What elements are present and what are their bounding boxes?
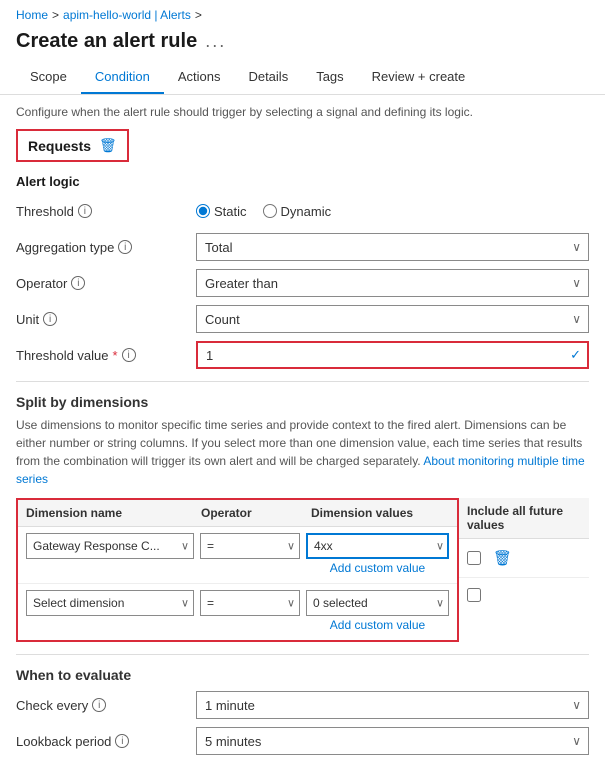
dim-operator-select-1[interactable]: = (200, 533, 300, 559)
split-dimensions-description: Use dimensions to monitor specific time … (16, 416, 589, 488)
aggregation-type-select-wrapper: Total (196, 233, 589, 261)
unit-select[interactable]: Count (196, 305, 589, 333)
operator-select[interactable]: Greater than (196, 269, 589, 297)
lookback-period-info-icon[interactable]: i (115, 734, 129, 748)
operator-row: Operator i Greater than (16, 269, 589, 297)
threshold-info-icon[interactable]: i (78, 204, 92, 218)
dim-operator-select-wrapper-1: = (200, 533, 300, 559)
required-star: * (113, 348, 118, 363)
dim-name-select-2[interactable]: Select dimension (26, 590, 194, 616)
dim-row-1: Gateway Response C... = 4xx Add custom v… (18, 527, 457, 584)
threshold-radio-group: Static Dynamic (196, 204, 331, 219)
aggregation-type-row: Aggregation type i Total (16, 233, 589, 261)
unit-info-icon[interactable]: i (43, 312, 57, 326)
dim-row-2: Select dimension = 0 selected Add custom… (18, 584, 457, 640)
breadcrumb-sep2: > (195, 8, 202, 22)
include-future-col: Include all future values 🗑 (459, 498, 589, 612)
threshold-value-label: Threshold value * i (16, 348, 196, 363)
static-radio[interactable] (196, 204, 210, 218)
page-title: Create an alert rule (16, 30, 197, 53)
unit-row: Unit i Count (16, 305, 589, 333)
include-future-row-2 (459, 578, 589, 612)
ellipsis-menu-button[interactable]: ... (205, 31, 226, 52)
page-title-row: Create an alert rule ... (0, 26, 605, 61)
tab-review-create[interactable]: Review + create (358, 61, 480, 94)
dim-values-col-2: 0 selected Add custom value (306, 590, 449, 634)
breadcrumb-home[interactable]: Home (16, 8, 48, 22)
requests-section-box: Requests 🗑 (16, 129, 129, 162)
include-future-row-1: 🗑 (459, 539, 589, 578)
dim-name-select-wrapper-1: Gateway Response C... (26, 533, 194, 559)
aggregation-type-label: Aggregation type i (16, 240, 196, 255)
dim-table-header: Dimension name Operator Dimension values (18, 500, 457, 527)
tab-condition[interactable]: Condition (81, 61, 164, 94)
check-every-info-icon[interactable]: i (92, 698, 106, 712)
operator-label: Operator i (16, 276, 196, 291)
lookback-period-select-wrapper: 5 minutes (196, 727, 589, 755)
alert-logic-title: Alert logic (16, 174, 589, 189)
dim-values-select-wrapper-1: 4xx (306, 533, 449, 559)
requests-title: Requests (28, 138, 91, 154)
dim-header-cols: Dimension name Operator Dimension values (18, 500, 457, 527)
breadcrumb-sep1: > (52, 8, 59, 22)
tab-scope[interactable]: Scope (16, 61, 81, 94)
dim-values-header: Dimension values (311, 506, 449, 520)
check-every-select[interactable]: 1 minute (196, 691, 589, 719)
threshold-value-input[interactable] (196, 341, 589, 369)
dim-values-select-2[interactable]: 0 selected (306, 590, 449, 616)
config-description: Configure when the alert rule should tri… (16, 105, 589, 119)
tab-tags[interactable]: Tags (302, 61, 357, 94)
check-every-row: Check every i 1 minute (16, 691, 589, 719)
breadcrumb: Home > apim-hello-world | Alerts > (0, 0, 605, 26)
operator-info-icon[interactable]: i (71, 276, 85, 290)
dimension-table-wrapper: Dimension name Operator Dimension values… (16, 498, 589, 642)
lookback-period-label: Lookback period i (16, 734, 196, 749)
dim-operator-select-2[interactable]: = (200, 590, 300, 616)
threshold-value-row: Threshold value * i (16, 341, 589, 369)
add-custom-value-1[interactable]: Add custom value (306, 559, 449, 577)
dim-values-select-wrapper-2: 0 selected (306, 590, 449, 616)
dimension-table: Dimension name Operator Dimension values… (16, 498, 459, 642)
operator-select-wrapper: Greater than (196, 269, 589, 297)
dim-name-select-wrapper-2: Select dimension (26, 590, 194, 616)
dynamic-radio-label[interactable]: Dynamic (263, 204, 332, 219)
unit-label: Unit i (16, 312, 196, 327)
threshold-row: Threshold i Static Dynamic (16, 197, 589, 225)
dim-operator-select-wrapper-2: = (200, 590, 300, 616)
tab-actions[interactable]: Actions (164, 61, 235, 94)
include-future-header: Include all future values (459, 498, 589, 539)
threshold-value-input-wrapper (196, 341, 589, 369)
dim-row-delete-icon-1[interactable]: 🗑 (489, 549, 516, 567)
include-future-checkbox-2[interactable] (467, 588, 481, 602)
breadcrumb-resource[interactable]: apim-hello-world | Alerts (63, 8, 191, 22)
dim-values-select-1[interactable]: 4xx (306, 533, 449, 559)
tab-details[interactable]: Details (234, 61, 302, 94)
dynamic-radio[interactable] (263, 204, 277, 218)
nav-tabs: Scope Condition Actions Details Tags Rev… (0, 61, 605, 95)
dim-name-header: Dimension name (26, 506, 201, 520)
static-label: Static (214, 204, 247, 219)
main-content: Configure when the alert rule should tri… (0, 95, 605, 773)
unit-select-wrapper: Count (196, 305, 589, 333)
dynamic-label: Dynamic (281, 204, 332, 219)
lookback-period-row: Lookback period i 5 minutes (16, 727, 589, 755)
split-dimensions-title: Split by dimensions (16, 394, 589, 410)
dim-values-col-1: 4xx Add custom value (306, 533, 449, 577)
requests-delete-icon[interactable]: 🗑 (99, 137, 117, 154)
dim-name-select-1[interactable]: Gateway Response C... (26, 533, 194, 559)
lookback-period-select[interactable]: 5 minutes (196, 727, 589, 755)
dim-operator-header: Operator (201, 506, 311, 520)
threshold-label: Threshold i (16, 204, 196, 219)
include-future-checkbox-1[interactable] (467, 551, 481, 565)
check-every-label: Check every i (16, 698, 196, 713)
aggregation-type-select[interactable]: Total (196, 233, 589, 261)
aggregation-info-icon[interactable]: i (118, 240, 132, 254)
when-to-evaluate-title: When to evaluate (16, 667, 589, 683)
threshold-value-info-icon[interactable]: i (122, 348, 136, 362)
add-custom-value-2[interactable]: Add custom value (306, 616, 449, 634)
check-every-select-wrapper: 1 minute (196, 691, 589, 719)
static-radio-label[interactable]: Static (196, 204, 247, 219)
